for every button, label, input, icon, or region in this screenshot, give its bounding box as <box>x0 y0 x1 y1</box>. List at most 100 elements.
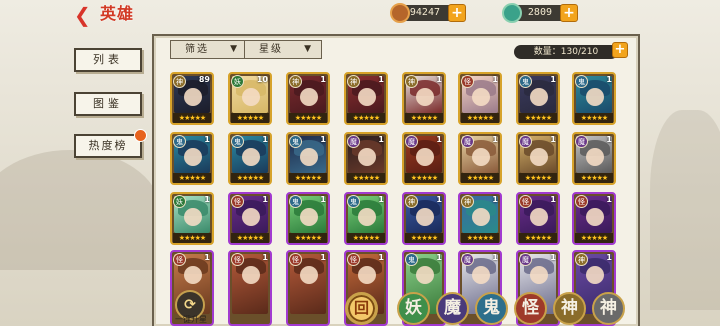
hero-card[interactable]: 魔 1 ★★★★★ <box>516 132 560 185</box>
star-filter-label: 星级 <box>259 44 283 55</box>
hero-card[interactable]: 鬼 1 ★★★★★ <box>344 192 388 245</box>
hero-stars: ★★★★★ <box>231 233 269 243</box>
star-dropdown[interactable]: 星级 ▼ <box>244 40 322 59</box>
hero-card[interactable]: 神 1 ★★★★★ <box>402 192 446 245</box>
hero-face <box>300 88 318 106</box>
hero-face <box>242 208 260 226</box>
hero-class-badge: 怪 <box>173 253 186 266</box>
hero-card[interactable]: 鬼 1 ★★★★★ <box>286 192 330 245</box>
hero-stars: ★★★★★ <box>519 173 557 183</box>
chevron-down-icon: ▼ <box>230 44 239 54</box>
hero-stars: ★★★★★ <box>405 233 443 243</box>
hero-face <box>586 88 604 106</box>
hero-card[interactable]: 怪 1 ★★★★★ <box>228 192 272 245</box>
hero-face <box>530 266 548 284</box>
hero-level: 10 <box>256 75 268 84</box>
hero-card[interactable]: 魔 1 ★★★★★ <box>402 132 446 185</box>
hero-class-badge: 妖 <box>173 195 186 208</box>
hero-card[interactable]: 魔 1 ★★★★★ <box>344 132 388 185</box>
hero-card[interactable]: 神 1 ★★★★★ <box>458 192 502 245</box>
hero-class-badge: 鬼 <box>347 195 360 208</box>
hero-class-badge: 怪 <box>575 195 588 208</box>
hero-class-badge: 魔 <box>461 135 474 148</box>
hero-card[interactable]: 鬼 1 ★★★★★ <box>286 132 330 185</box>
category-filter-button[interactable]: 怪 <box>514 292 547 325</box>
hero-class-badge: 鬼 <box>173 135 186 148</box>
add-jade-button[interactable]: + <box>560 4 578 22</box>
category-filter-button[interactable]: 魔 <box>436 292 469 325</box>
hero-class-badge: 魔 <box>347 135 360 148</box>
hero-face <box>530 148 548 166</box>
filter-dropdown[interactable]: 筛选 ▼ <box>170 40 248 59</box>
category-filter-button[interactable]: 神 <box>553 292 586 325</box>
hero-face <box>358 88 376 106</box>
category-filter-button[interactable]: 神 <box>592 292 625 325</box>
hero-card[interactable]: 怪1 <box>286 250 330 326</box>
hero-face <box>472 88 490 106</box>
hero-stars: ★★★★★ <box>347 173 385 183</box>
back-arrow-icon[interactable]: ❮ <box>74 5 94 25</box>
hero-face <box>300 266 318 284</box>
hero-class-badge: 魔 <box>405 135 418 148</box>
hero-class-badge: 鬼 <box>575 75 588 88</box>
hero-class-badge: 神 <box>405 195 418 208</box>
hero-level: 1 <box>262 135 268 144</box>
hero-card[interactable]: 神 1 ★★★★★ <box>286 72 330 125</box>
hero-stars: ★★★★★ <box>173 113 211 123</box>
hero-class-badge: 鬼 <box>289 135 302 148</box>
hero-card[interactable]: 神 89 ★★★★★ <box>170 72 214 125</box>
hero-stars: ★★★★★ <box>347 113 385 123</box>
hero-face <box>472 148 490 166</box>
hero-face <box>472 266 490 284</box>
hero-card[interactable]: 魔 1 ★★★★★ <box>572 132 616 185</box>
hero-class-badge: 魔 <box>519 135 532 148</box>
hero-face <box>184 208 202 226</box>
hero-class-badge: 鬼 <box>519 75 532 88</box>
category-filter-button[interactable]: 妖 <box>397 292 430 325</box>
hero-card[interactable]: 鬼 1 ★★★★★ <box>516 72 560 125</box>
hero-stars: ★★★★★ <box>575 173 613 183</box>
hero-card[interactable]: 鬼 1 ★★★★★ <box>572 72 616 125</box>
hero-class-badge: 怪 <box>461 75 474 88</box>
hero-card[interactable]: 怪 1 ★★★★★ <box>458 72 502 125</box>
hero-quantity: 数量：130/210 <box>514 45 618 59</box>
hero-stars: ★★★★★ <box>289 233 327 243</box>
hero-card[interactable]: 魔 1 ★★★★★ <box>458 132 502 185</box>
hero-card[interactable]: 妖 10 ★★★★★ <box>228 72 272 125</box>
hero-card[interactable]: 怪1 <box>228 250 272 326</box>
hero-level: 1 <box>378 75 384 84</box>
hero-level: 1 <box>436 253 442 262</box>
hero-stars: ★★★★★ <box>347 233 385 243</box>
category-all-button[interactable]: 回 <box>345 292 378 325</box>
hero-stars: ★★★★★ <box>519 233 557 243</box>
gold-amount: 94247 <box>409 7 440 18</box>
hero-stars: ★★★★★ <box>461 113 499 123</box>
category-filter-button[interactable]: 鬼 <box>475 292 508 325</box>
hero-level: 1 <box>550 135 556 144</box>
expand-capacity-button[interactable]: + <box>612 42 628 58</box>
page-title: 英雄 <box>100 4 135 23</box>
hero-class-badge: 神 <box>173 75 186 88</box>
hero-face <box>416 148 434 166</box>
hero-face <box>416 88 434 106</box>
hero-card[interactable]: 神 1 ★★★★★ <box>344 72 388 125</box>
hero-card[interactable]: 怪 1 ★★★★★ <box>516 192 560 245</box>
hero-card[interactable]: 鬼 1 ★★★★★ <box>228 132 272 185</box>
hero-stars: ★★★★★ <box>289 113 327 123</box>
hero-class-badge: 神 <box>405 75 418 88</box>
hero-card[interactable]: 神 1 ★★★★★ <box>402 72 446 125</box>
hero-level: 1 <box>550 75 556 84</box>
hero-face <box>242 266 260 284</box>
sidebar-item-gallery[interactable]: 图鉴 <box>74 92 142 116</box>
hero-face <box>242 148 260 166</box>
hero-card[interactable]: 鬼 1 ★★★★★ <box>170 132 214 185</box>
hero-class-badge: 魔 <box>575 135 588 148</box>
hero-level: 1 <box>320 135 326 144</box>
sidebar-item-popularity[interactable]: 热度榜 <box>74 129 147 158</box>
hero-level: 1 <box>492 75 498 84</box>
hero-face <box>184 266 202 284</box>
hero-card[interactable]: 妖 1 ★★★★★ <box>170 192 214 245</box>
add-gold-button[interactable]: + <box>448 4 466 22</box>
hero-card[interactable]: 怪 1 ★★★★★ <box>572 192 616 245</box>
sidebar-item-list[interactable]: 列表 <box>74 48 142 72</box>
